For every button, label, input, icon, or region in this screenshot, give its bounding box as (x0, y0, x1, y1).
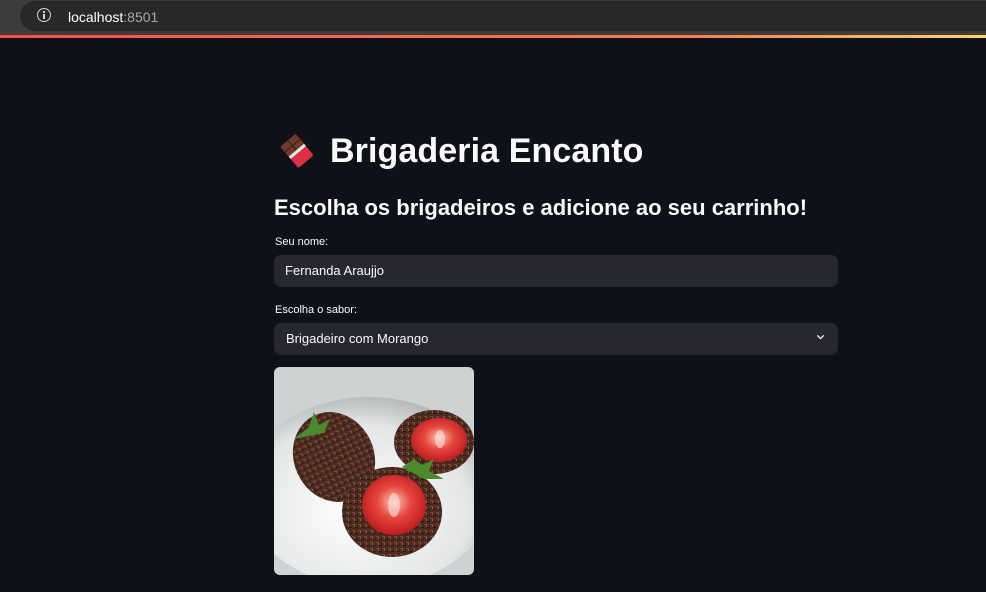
product-image (274, 367, 474, 575)
url-host: localhost (68, 9, 124, 25)
name-input[interactable] (274, 255, 838, 287)
name-field-label: Seu nome: (275, 236, 329, 248)
flavor-select[interactable]: Brigadeiro com Morango (274, 323, 838, 355)
page-subheader: Escolha os brigadeiros e adicione ao seu… (274, 195, 808, 220)
url-text[interactable]: localhost:8501 (68, 9, 158, 25)
chocolate-bar-icon (279, 133, 315, 169)
info-icon[interactable] (37, 8, 51, 22)
chevron-down-icon (817, 335, 824, 340)
title-row: Brigaderia Encanto (279, 131, 644, 170)
address-bar[interactable]: localhost:8501 (20, 1, 986, 31)
browser-toolbar: localhost:8501 (0, 0, 986, 35)
flavor-select-label: Escolha o sabor: (275, 304, 357, 316)
header-decoration (0, 35, 986, 38)
url-port: :8501 (123, 9, 159, 25)
flavor-selected-value: Brigadeiro com Morango (286, 331, 429, 346)
page-title: Brigaderia Encanto (330, 131, 644, 170)
